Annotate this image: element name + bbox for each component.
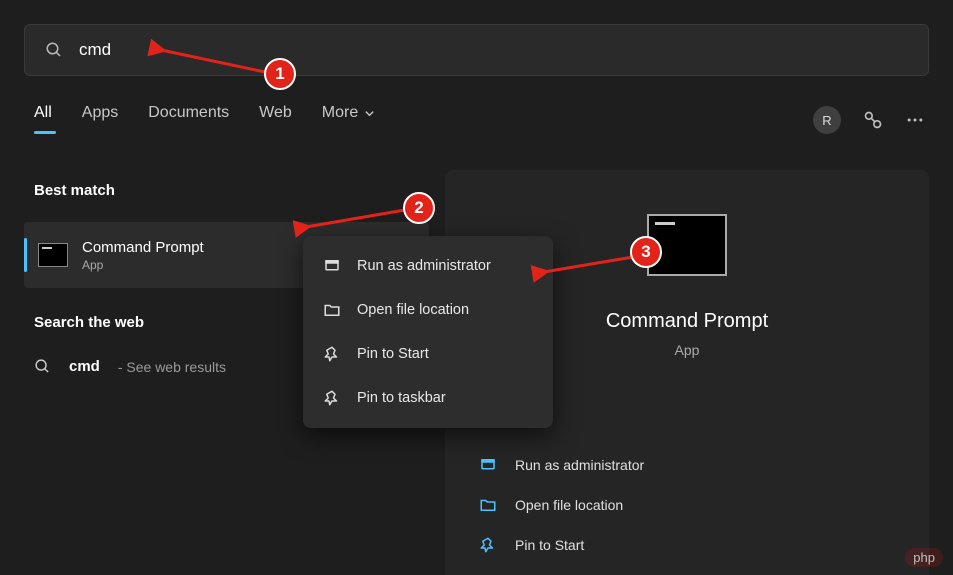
menu-label: Pin to Start <box>357 346 429 362</box>
web-result-item[interactable]: cmd - See web results <box>34 358 226 375</box>
pin-icon <box>323 389 341 407</box>
action-label: Open file location <box>515 497 623 513</box>
menu-open-location[interactable]: Open file location <box>303 288 553 332</box>
menu-pin-start[interactable]: Pin to Start <box>303 332 553 376</box>
result-subtitle: App <box>82 258 204 272</box>
chevron-down-icon <box>364 108 375 119</box>
more-icon[interactable] <box>905 110 925 130</box>
result-text: Command Prompt App <box>82 239 204 272</box>
context-menu: Run as administrator Open file location … <box>303 236 553 428</box>
menu-label: Pin to taskbar <box>357 390 446 406</box>
link-icon[interactable] <box>863 110 883 130</box>
badge-text: 3 <box>641 242 650 262</box>
pin-icon <box>323 345 341 363</box>
tab-label: All <box>34 104 52 122</box>
badge-text: 1 <box>275 64 284 84</box>
web-hint: - See web results <box>118 359 226 375</box>
annotation-badge-1: 1 <box>264 58 296 90</box>
tab-apps[interactable]: Apps <box>82 104 118 132</box>
menu-run-admin[interactable]: Run as administrator <box>303 244 553 288</box>
web-term: cmd <box>69 358 100 375</box>
best-match-label: Best match <box>34 182 115 199</box>
action-label: Run as administrator <box>515 457 644 473</box>
annotation-badge-2: 2 <box>403 192 435 224</box>
badge-text: 2 <box>414 198 423 218</box>
action-label: Pin to Start <box>515 537 584 553</box>
search-bar[interactable] <box>24 24 929 76</box>
tab-label: More <box>322 104 358 122</box>
tab-all[interactable]: All <box>34 104 52 132</box>
result-title: Command Prompt <box>82 239 204 256</box>
action-pin-start[interactable]: Pin to Start <box>479 536 644 554</box>
search-icon <box>45 41 63 59</box>
avatar[interactable]: R <box>813 106 841 134</box>
menu-label: Run as administrator <box>357 258 491 274</box>
pin-icon <box>479 536 497 554</box>
menu-pin-taskbar[interactable]: Pin to taskbar <box>303 376 553 420</box>
filter-tabs: All Apps Documents Web More <box>34 104 375 132</box>
tab-label: Web <box>259 104 292 122</box>
avatar-initial: R <box>822 113 831 128</box>
detail-actions: Run as administrator Open file location … <box>479 456 644 554</box>
search-icon <box>34 358 51 375</box>
tab-more[interactable]: More <box>322 104 375 132</box>
tab-documents[interactable]: Documents <box>148 104 229 132</box>
search-input[interactable] <box>79 40 908 60</box>
folder-icon <box>323 301 341 319</box>
tab-label: Apps <box>82 104 118 122</box>
tab-label: Documents <box>148 104 229 122</box>
tab-web[interactable]: Web <box>259 104 292 132</box>
folder-icon <box>479 496 497 514</box>
search-web-label: Search the web <box>34 314 144 331</box>
header-controls: R <box>813 106 925 134</box>
cmd-icon <box>38 243 68 267</box>
action-run-admin[interactable]: Run as administrator <box>479 456 644 474</box>
admin-icon <box>479 456 497 474</box>
menu-label: Open file location <box>357 302 469 318</box>
admin-icon <box>323 257 341 275</box>
watermark: php <box>905 548 943 567</box>
annotation-badge-3: 3 <box>630 236 662 268</box>
action-open-location[interactable]: Open file location <box>479 496 644 514</box>
